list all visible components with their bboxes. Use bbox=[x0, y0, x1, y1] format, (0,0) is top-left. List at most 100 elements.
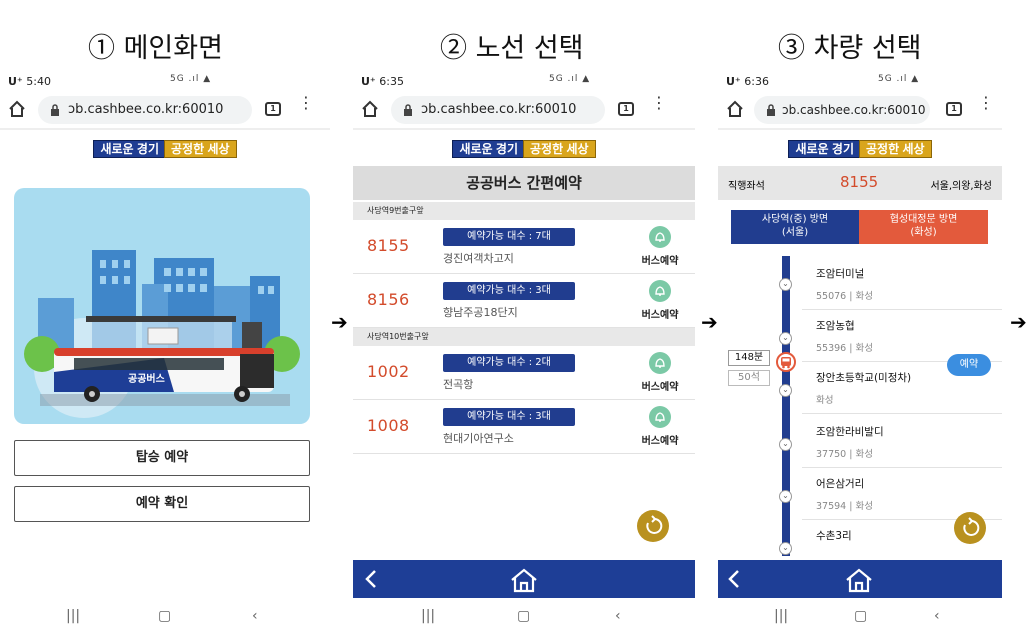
bus-seat-label: 50석 bbox=[728, 370, 770, 386]
chevron-down-icon: ⌄ bbox=[779, 278, 792, 291]
route-number: 8155 bbox=[840, 173, 879, 191]
status-time: U⁺ 5:40 bbox=[8, 75, 51, 88]
phone-main-screen: U⁺ 5:40 5G .ıl ▲ ɔb.cashbee.co.kr:60010 … bbox=[0, 70, 330, 638]
route-line bbox=[782, 256, 790, 556]
bell-icon bbox=[649, 226, 671, 248]
bus-livery-label: 공공버스 bbox=[128, 372, 165, 385]
route-row[interactable]: 1002 예약가능 대수 : 2대 전곡항 버스예약 bbox=[353, 346, 695, 400]
home-nav-icon[interactable]: ▢ bbox=[517, 608, 530, 624]
route-destination: 향남주공18단지 bbox=[443, 306, 518, 319]
bus-position-icon bbox=[776, 352, 796, 372]
system-nav-bar: ||| ▢ ‹ bbox=[353, 598, 695, 638]
recent-apps-icon[interactable]: ||| bbox=[774, 608, 788, 624]
system-nav-bar: ||| ▢ ‹ bbox=[718, 598, 1002, 638]
signal-icon: 5G .ıl ▲ bbox=[878, 74, 920, 84]
web-content: 새로운 경기 공정한 세상 공공버스 탑승 예약 예약 확인 bbox=[0, 128, 330, 598]
route-number: 8155 bbox=[367, 236, 410, 255]
app-bottom-nav bbox=[353, 560, 695, 598]
route-destination: 현대기아연구소 bbox=[443, 432, 514, 445]
tab-direction-seoul[interactable]: 사당역(중) 방면 (서울) bbox=[731, 210, 859, 244]
back-arrow-icon[interactable] bbox=[726, 569, 742, 589]
bus-eta-label: 148분 bbox=[728, 350, 770, 366]
arrow-icon: ➔ bbox=[701, 310, 718, 334]
home-nav-icon[interactable]: ▢ bbox=[158, 608, 171, 624]
chevron-down-icon: ⌄ bbox=[779, 490, 792, 503]
step3-title: ③ 차량 선택 bbox=[778, 33, 922, 64]
home-icon[interactable] bbox=[361, 100, 379, 118]
status-bar: U⁺ 5:40 5G .ıl ▲ bbox=[0, 72, 330, 90]
phone-route-screen: U⁺ 6:35 5G .ıl ▲ ɔb.cashbee.co.kr:60010 … bbox=[353, 70, 695, 638]
hero-illustration: 공공버스 bbox=[14, 188, 310, 424]
route-row[interactable]: 8155 예약가능 대수 : 7대 경진여객차고지 버스예약 bbox=[353, 220, 695, 274]
refresh-icon bbox=[963, 517, 980, 536]
home-icon[interactable] bbox=[844, 567, 874, 593]
confirm-reserve-button[interactable]: 예약 확인 bbox=[14, 486, 310, 522]
tab-switcher-button[interactable]: 1 bbox=[618, 102, 634, 116]
bus-reserve-button[interactable]: 버스예약 bbox=[635, 226, 685, 267]
availability-badge: 예약가능 대수 : 2대 bbox=[443, 354, 575, 372]
availability-badge: 예약가능 대수 : 3대 bbox=[443, 408, 575, 426]
lock-icon bbox=[51, 104, 59, 116]
home-nav-icon[interactable]: ▢ bbox=[854, 608, 867, 624]
refresh-button[interactable] bbox=[954, 512, 986, 544]
bell-icon bbox=[649, 352, 671, 374]
recent-apps-icon[interactable]: ||| bbox=[66, 608, 80, 624]
back-nav-icon[interactable]: ‹ bbox=[615, 608, 621, 624]
more-menu-icon[interactable]: ⋮ bbox=[298, 95, 314, 118]
chevron-down-icon: ⌄ bbox=[779, 542, 792, 555]
home-icon[interactable] bbox=[726, 100, 744, 118]
step1-title: ① 메인화면 bbox=[88, 33, 223, 64]
recent-apps-icon[interactable]: ||| bbox=[421, 608, 435, 624]
url-bar[interactable]: ɔb.cashbee.co.kr:60010 bbox=[391, 96, 605, 124]
route-number: 1002 bbox=[367, 362, 410, 381]
app-bottom-nav bbox=[718, 560, 1002, 598]
back-arrow-icon[interactable] bbox=[363, 569, 379, 589]
route-row[interactable]: 8156 예약가능 대수 : 3대 향남주공18단지 버스예약 bbox=[353, 274, 695, 328]
url-text: ɔb.cashbee.co.kr:60010 bbox=[68, 102, 224, 117]
step2-title: ② 노선 선택 bbox=[440, 33, 584, 64]
phone-vehicle-screen: U⁺ 6:36 5G .ıl ▲ ɔb.cashbee.co.kr:60010 … bbox=[718, 70, 1002, 638]
refresh-icon bbox=[646, 515, 663, 534]
more-menu-icon[interactable]: ⋮ bbox=[978, 95, 994, 118]
tab-direction-hwaseong[interactable]: 협성대정문 방면 (화성) bbox=[859, 210, 988, 244]
tab-switcher-button[interactable]: 1 bbox=[265, 102, 281, 116]
back-nav-icon[interactable]: ‹ bbox=[934, 608, 940, 624]
board-reserve-button[interactable]: 탑승 예약 bbox=[14, 440, 310, 476]
arrow-icon: ➔ bbox=[1010, 310, 1027, 334]
signal-icon: 5G .ıl ▲ bbox=[549, 74, 591, 84]
status-bar: U⁺ 6:35 5G .ıl ▲ bbox=[353, 72, 695, 90]
refresh-button[interactable] bbox=[637, 510, 669, 542]
back-nav-icon[interactable]: ‹ bbox=[252, 608, 258, 624]
system-nav-bar: ||| ▢ ‹ bbox=[0, 598, 330, 638]
more-menu-icon[interactable]: ⋮ bbox=[651, 95, 667, 118]
bus-reserve-button[interactable]: 버스예약 bbox=[635, 280, 685, 321]
home-icon[interactable] bbox=[509, 567, 539, 593]
chevron-down-icon: ⌄ bbox=[779, 438, 792, 451]
route-number: 1008 bbox=[367, 416, 410, 435]
gyeonggi-banner: 새로운 경기 공정한 세상 bbox=[0, 138, 330, 158]
url-text: ɔb.cashbee.co.kr:60010 bbox=[782, 103, 926, 117]
reserve-button[interactable]: 예약 bbox=[947, 354, 991, 376]
tab-switcher-button[interactable]: 1 bbox=[946, 102, 962, 116]
url-bar[interactable]: ɔb.cashbee.co.kr:60010 bbox=[38, 96, 252, 124]
browser-toolbar: ɔb.cashbee.co.kr:60010 1 ⋮ bbox=[353, 92, 695, 128]
bus-reserve-button[interactable]: 버스예약 bbox=[635, 406, 685, 447]
browser-toolbar: ɔb.cashbee.co.kr:60010 1 ⋮ bbox=[0, 92, 330, 128]
stop-item[interactable]: 조암터미널 55076 | 화성 bbox=[802, 258, 1002, 310]
url-text: ɔb.cashbee.co.kr:60010 bbox=[421, 102, 577, 117]
route-info-bar: 직행좌석 8155 서울,의왕,화성 bbox=[718, 166, 1002, 200]
chevron-down-icon: ⌄ bbox=[779, 384, 792, 397]
route-row[interactable]: 1008 예약가능 대수 : 3대 현대기아연구소 버스예약 bbox=[353, 400, 695, 454]
web-content: 새로운 경기 공정한 세상 직행좌석 8155 서울,의왕,화성 사당역(중) 방… bbox=[718, 128, 1002, 598]
gyeonggi-banner: 새로운 경기 공정한 세상 bbox=[353, 138, 695, 158]
status-time: U⁺ 6:36 bbox=[726, 75, 769, 88]
stop-item[interactable]: 조암한라비발디 37750 | 화성 bbox=[802, 416, 1002, 468]
bell-icon bbox=[649, 280, 671, 302]
signal-icon: 5G .ıl ▲ bbox=[170, 74, 212, 84]
home-icon[interactable] bbox=[8, 100, 26, 118]
stop-group-label: 사당역9번출구앞 bbox=[353, 202, 695, 220]
url-bar[interactable]: ɔb.cashbee.co.kr:60010 bbox=[754, 96, 930, 124]
status-time: U⁺ 6:35 bbox=[361, 75, 404, 88]
route-area: 서울,의왕,화성 bbox=[930, 181, 992, 192]
bus-reserve-button[interactable]: 버스예약 bbox=[635, 352, 685, 393]
